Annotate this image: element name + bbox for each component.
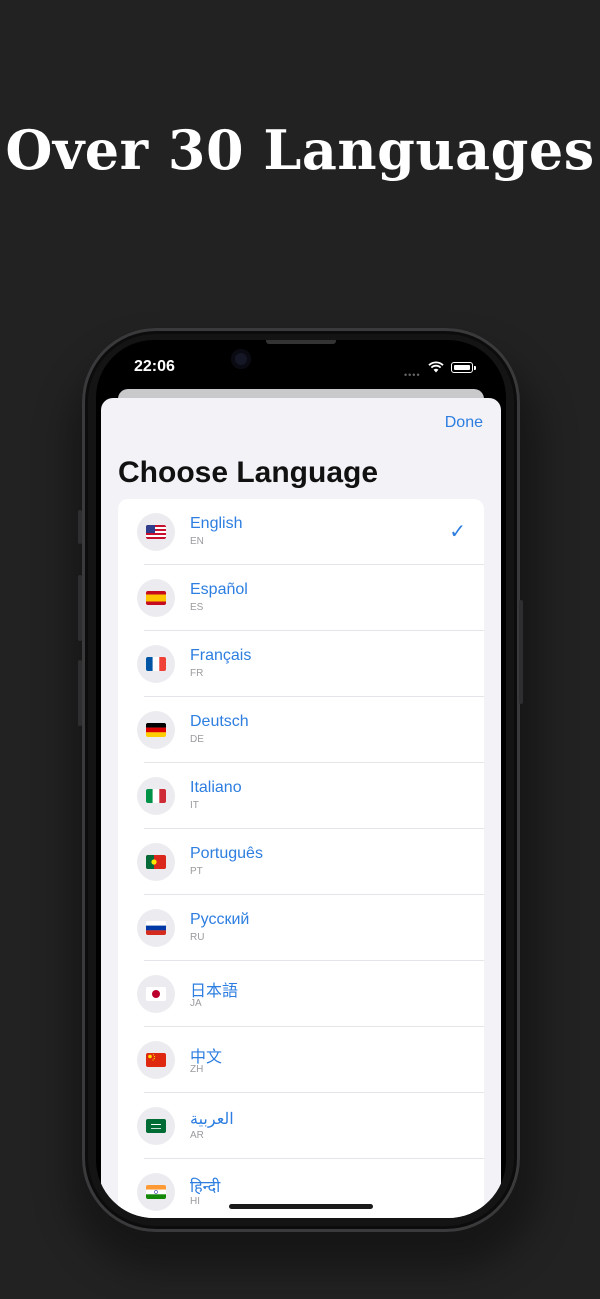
language-row-hindi[interactable]: हिन्दी HI [118,1159,484,1218]
battery-icon [451,362,476,373]
side-button-left-3 [78,660,82,726]
language-list: English EN ✓ Español ES Français FR Deut… [118,499,484,1218]
language-row-italian[interactable]: Italiano IT [118,763,484,829]
language-code: HI [190,1196,200,1207]
signal-dots-icon: •••• [404,370,421,380]
india-flag-icon [146,1185,166,1199]
language-code: ES [190,602,204,613]
us-flag-icon [146,525,166,539]
language-sheet: Done Choose Language English EN ✓ Españo… [101,398,501,1218]
flag-badge [137,1041,175,1079]
speaker-grille [266,340,336,344]
side-button-left-2 [78,575,82,641]
flag-badge [137,579,175,617]
language-row-german[interactable]: Deutsch DE [118,697,484,763]
russia-flag-icon [146,921,166,935]
language-row-portuguese[interactable]: Português PT [118,829,484,895]
language-code: RU [190,932,205,943]
language-name: Русский [190,911,250,928]
japan-flag-icon [146,987,166,1001]
language-code: IT [190,800,199,811]
flag-badge [137,645,175,683]
wifi-icon [428,361,444,373]
flag-badge [137,777,175,815]
language-name: Deutsch [190,713,249,730]
language-row-english[interactable]: English EN ✓ [118,499,484,565]
language-code: PT [190,866,203,877]
saudi-flag-icon [146,1119,166,1133]
language-code: JA [190,998,202,1009]
flag-badge [137,1107,175,1145]
home-indicator[interactable] [229,1204,373,1209]
language-row-spanish[interactable]: Español ES [118,565,484,631]
flag-badge [137,711,175,749]
language-row-japanese[interactable]: 日本語 JA [118,961,484,1027]
language-name: English [190,515,243,532]
front-camera-icon [231,349,251,369]
language-code: FR [190,668,204,679]
language-name: Español [190,581,248,598]
language-code: DE [190,734,204,745]
china-flag-icon [146,1053,166,1067]
status-time: 22:06 [134,358,175,375]
done-button[interactable]: Done [445,414,483,432]
side-button-right [519,600,523,704]
side-button-left-1 [78,510,82,544]
france-flag-icon [146,657,166,671]
checkmark-icon: ✓ [449,521,466,543]
language-code: AR [190,1130,204,1141]
language-name: Italiano [190,779,242,796]
language-name: العربية [190,1111,234,1128]
spain-flag-icon [146,591,166,605]
headline: Over 30 Languages [5,118,595,182]
language-name: हिन्दी [190,1179,221,1196]
language-code: EN [190,536,204,547]
language-name: Português [190,845,263,862]
language-row-french[interactable]: Français FR [118,631,484,697]
language-row-arabic[interactable]: العربية AR [118,1093,484,1159]
status-bar: 22:06 •••• [96,340,506,396]
flag-badge [137,1173,175,1211]
flag-badge [137,843,175,881]
language-row-chinese[interactable]: 中文 ZH [118,1027,484,1093]
germany-flag-icon [146,723,166,737]
flag-badge [137,975,175,1013]
phone-screen: 22:06 •••• Done Choose Language English … [96,340,506,1218]
language-row-russian[interactable]: Русский RU [118,895,484,961]
language-name: Français [190,647,252,664]
italy-flag-icon [146,789,166,803]
portugal-flag-icon [146,855,166,869]
language-code: ZH [190,1064,204,1075]
flag-badge [137,909,175,947]
page-title: Choose Language [118,456,379,489]
flag-badge [137,513,175,551]
